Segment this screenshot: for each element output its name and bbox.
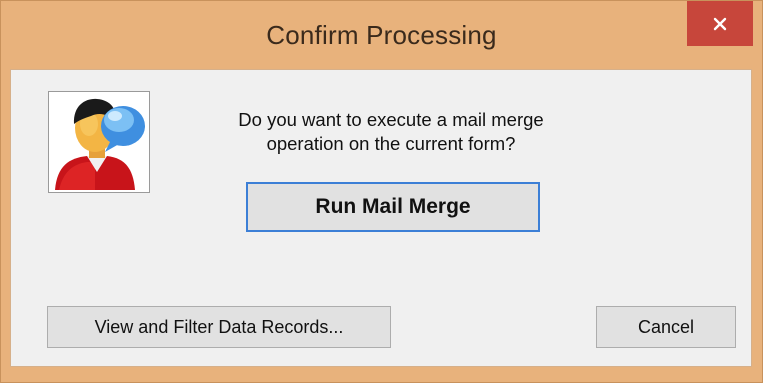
confirmation-message: Do you want to execute a mail merge oper… xyxy=(191,108,591,156)
title-bar[interactable]: Confirm Processing xyxy=(1,1,762,69)
close-icon xyxy=(713,17,727,30)
user-chat-icon xyxy=(55,98,145,190)
cancel-button[interactable]: Cancel xyxy=(596,306,736,348)
view-filter-records-button[interactable]: View and Filter Data Records... xyxy=(47,306,391,348)
message-line-1: Do you want to execute a mail merge xyxy=(238,109,544,130)
message-line-2: operation on the current form? xyxy=(266,133,516,154)
close-button[interactable] xyxy=(687,1,753,46)
run-mail-merge-button[interactable]: Run Mail Merge xyxy=(246,182,540,232)
dialog-title: Confirm Processing xyxy=(266,20,497,50)
dialog-window: Confirm Processing Do you want to execut… xyxy=(0,0,763,383)
avatar xyxy=(48,91,150,193)
dialog-body: Do you want to execute a mail merge oper… xyxy=(10,69,752,367)
